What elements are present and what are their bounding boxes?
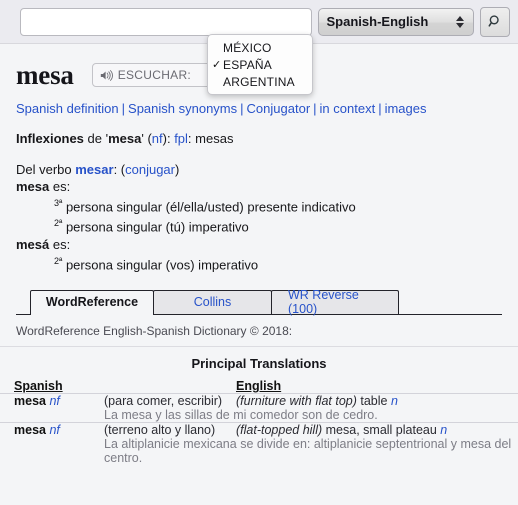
row-example: La mesa y las sillas de mi comedor son d… bbox=[104, 407, 378, 422]
link-conjugator[interactable]: Conjugator bbox=[247, 101, 311, 116]
headword: mesa bbox=[16, 59, 74, 90]
table-example-row: La altiplanicie mexicana se divide en: a… bbox=[0, 437, 518, 465]
row-translation-pos: n bbox=[440, 422, 448, 437]
link-spanish-definition[interactable]: Spanish definition bbox=[16, 101, 119, 116]
inflections-de: de ' bbox=[83, 131, 109, 146]
verb-lemma: mesar bbox=[75, 162, 114, 177]
magnifier-icon bbox=[488, 15, 499, 27]
tab-label: Collins bbox=[193, 295, 232, 310]
verb-form-group: mesá es: 2ª persona singular (vos) imper… bbox=[16, 236, 502, 273]
column-header-spanish: Spanish bbox=[14, 378, 63, 393]
check-icon: ✓ bbox=[212, 59, 222, 71]
region-menu-item-label: ESPAÑA bbox=[223, 57, 272, 72]
section-title-principal-translations: Principal Translations bbox=[191, 355, 327, 371]
search-input[interactable] bbox=[20, 7, 312, 36]
row-headword: mesa bbox=[14, 393, 46, 408]
inflections-plural-tag: fpl bbox=[174, 131, 188, 146]
verb-form: mesa bbox=[16, 179, 50, 194]
entry-body: Spanish definition | Spanish synonyms | Conj… bbox=[0, 98, 518, 317]
tab-wordreference[interactable]: WordReference bbox=[30, 289, 154, 315]
verb-sense-text: persona singular (tú) imperativo bbox=[62, 219, 249, 235]
related-links: Spanish definition | Spanish synonyms | Conj… bbox=[16, 98, 502, 116]
tab-label: WR Reverse (100) bbox=[288, 288, 359, 317]
speaker-icon bbox=[100, 69, 113, 81]
link-spanish-synonyms[interactable]: Spanish synonyms bbox=[128, 101, 237, 116]
verb-intro-line: Del verbo mesar: (conjugar) bbox=[16, 161, 502, 178]
verb-sense: 2ª persona singular (vos) imperativo bbox=[54, 255, 259, 272]
inflections-colon: ): bbox=[162, 131, 175, 146]
row-translation: mesa, small plateau bbox=[325, 422, 437, 437]
verb-intro-tail: : ( bbox=[113, 162, 126, 177]
verb-intro-close: ) bbox=[175, 162, 180, 177]
verb-form-es: es: bbox=[49, 179, 71, 194]
row-translation: table bbox=[360, 393, 388, 408]
region-menu-item-mexico[interactable]: MÉXICO bbox=[208, 39, 312, 56]
dictionary-select-value: Spanish-English bbox=[326, 14, 429, 29]
entry-header: mesa ESCUCHAR: MÉXICO ✓ ESPAÑA ARGENTINA bbox=[0, 34, 518, 98]
verb-block: Del verbo mesar: (conjugar) mesa es: 3ª … bbox=[16, 161, 502, 273]
link-images[interactable]: images bbox=[385, 101, 427, 116]
dictionary-copyright: WordReference English-Spanish Dictionary… bbox=[0, 315, 518, 347]
inflections-block: Inflexiones de 'mesa' (nf): fpl: mesas bbox=[16, 130, 502, 147]
listen-label: ESCUCHAR: bbox=[117, 68, 192, 82]
row-example: La altiplanicie mexicana se divide en: a… bbox=[104, 436, 512, 465]
link-conjugar[interactable]: conjugar bbox=[125, 162, 175, 177]
row-translation-pos: n bbox=[390, 393, 398, 408]
table-header-row: Spanish English bbox=[0, 379, 518, 394]
region-dropdown-menu[interactable]: MÉXICO ✓ ESPAÑA ARGENTINA bbox=[207, 34, 313, 95]
link-separator: | bbox=[378, 101, 382, 116]
verb-sense-text: persona singular (vos) imperativo bbox=[62, 256, 259, 272]
row-context-es: (terreno alto y llano) bbox=[104, 422, 216, 437]
table-row: mesa nf (para comer, escribir) (furnitur… bbox=[0, 393, 518, 408]
inflections-label: Inflexiones bbox=[16, 131, 84, 146]
link-in-context[interactable]: in context bbox=[320, 101, 376, 116]
inflections-gender: nf bbox=[151, 131, 163, 146]
verb-sense: 2ª persona singular (tú) imperativo bbox=[54, 218, 249, 235]
inflections-quote: ' ( bbox=[141, 131, 152, 146]
inflections-plural-form: mesas bbox=[195, 131, 234, 146]
row-headword: mesa bbox=[14, 422, 46, 437]
chevron-updown-icon bbox=[456, 15, 465, 28]
row-pos: nf bbox=[49, 393, 60, 408]
dictionary-tabs: WordReference Collins WR Reverse (100) bbox=[16, 288, 502, 317]
verb-form-es: es: bbox=[49, 236, 71, 252]
row-context-en: (furniture with flat top) bbox=[236, 393, 357, 408]
tab-label: WordReference bbox=[45, 295, 139, 310]
column-header-english: English bbox=[236, 378, 282, 393]
inflections-word: mesa bbox=[108, 131, 142, 146]
search-button[interactable] bbox=[480, 6, 510, 37]
region-menu-item-argentina[interactable]: ARGENTINA bbox=[208, 73, 312, 90]
verb-sense: 3ª persona singular (él/ella/usted) pres… bbox=[54, 198, 356, 215]
verb-intro: Del verbo bbox=[16, 162, 76, 177]
link-separator: | bbox=[121, 101, 126, 116]
translations-table: Spanish English mesa nf (para comer, esc… bbox=[0, 379, 518, 465]
tab-wr-reverse[interactable]: WR Reverse (100) bbox=[271, 288, 399, 317]
verb-form-group: mesa es: 3ª persona singular (él/ella/us… bbox=[16, 178, 502, 236]
dictionary-select[interactable]: Spanish-English bbox=[317, 7, 475, 36]
tab-collins[interactable]: Collins bbox=[153, 289, 272, 314]
region-menu-item-espana[interactable]: ✓ ESPAÑA bbox=[208, 56, 312, 73]
table-example-row: La mesa y las sillas de mi comedor son d… bbox=[0, 408, 518, 423]
region-menu-item-label: ARGENTINA bbox=[223, 74, 295, 89]
table-row: mesa nf (terreno alto y llano) (flat-top… bbox=[0, 422, 518, 437]
link-separator: | bbox=[240, 101, 244, 116]
row-context-es: (para comer, escribir) bbox=[104, 393, 223, 408]
verb-form: mesá bbox=[16, 236, 50, 252]
row-context-en: (flat-topped hill) bbox=[236, 422, 323, 437]
verb-sense-text: persona singular (él/ella/usted) present… bbox=[62, 199, 356, 215]
region-menu-item-label: MÉXICO bbox=[223, 40, 272, 55]
row-pos: nf bbox=[49, 422, 60, 437]
link-separator: | bbox=[313, 101, 317, 116]
